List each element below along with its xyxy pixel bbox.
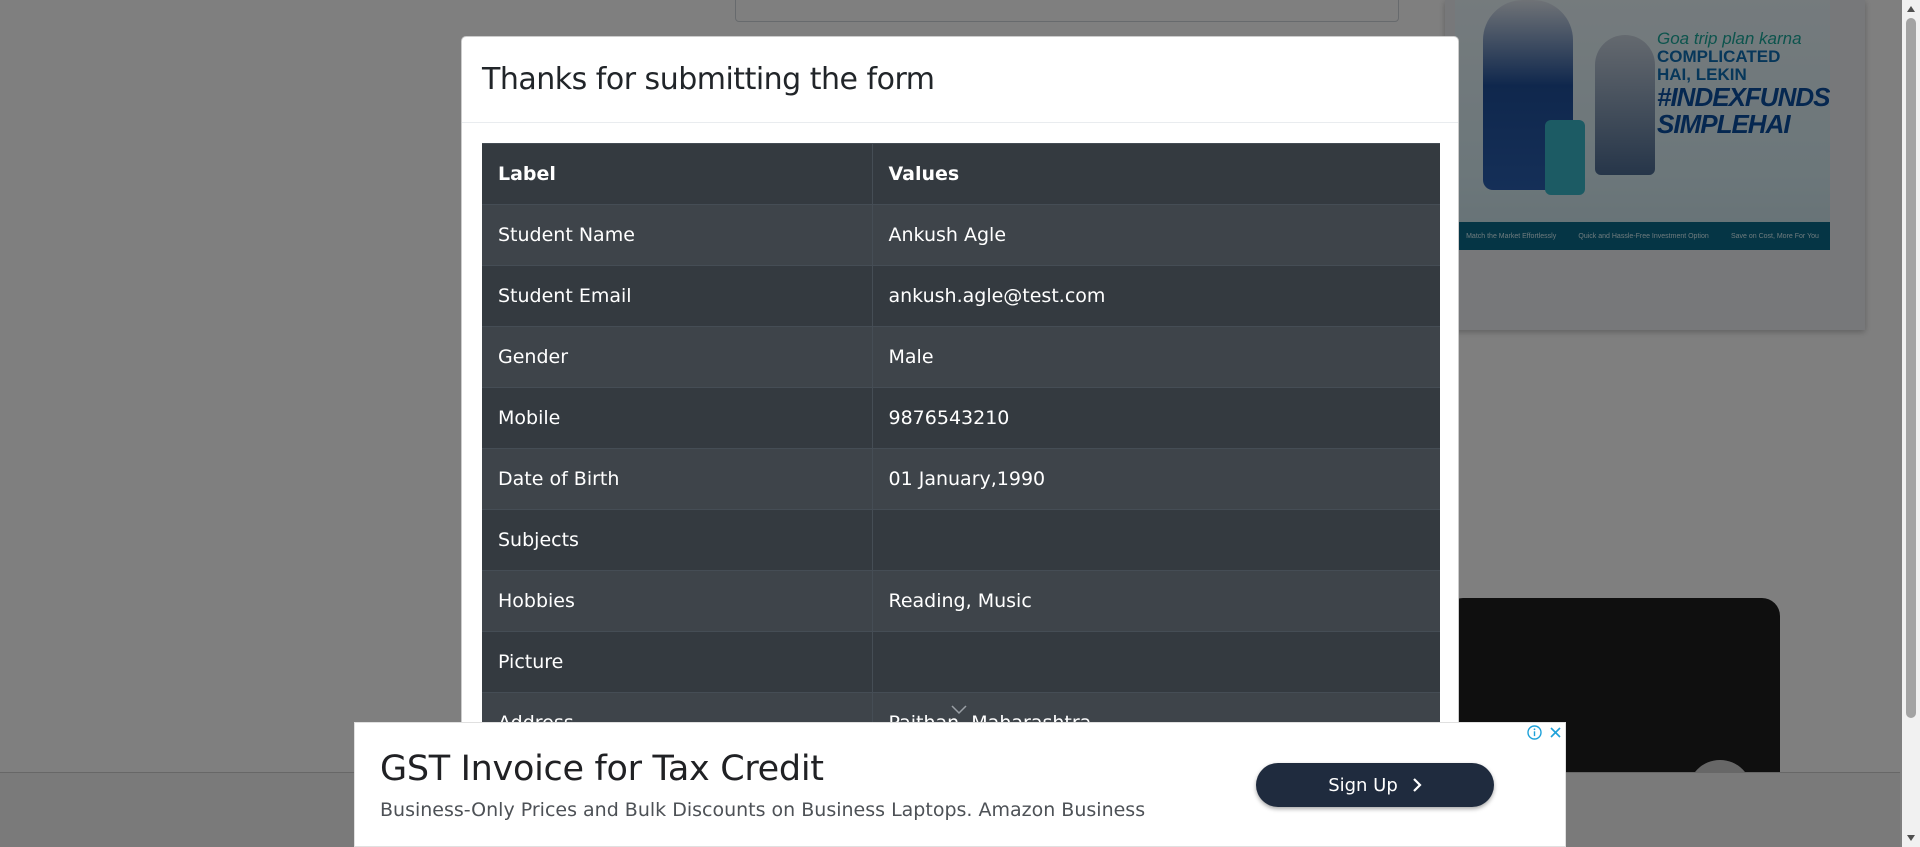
ad-info-icon[interactable] (1525, 723, 1544, 742)
ad-controls (1525, 723, 1565, 742)
table-row: Student Email ankush.agle@test.com (482, 265, 1440, 327)
ad-banner[interactable]: GST Invoice for Tax Credit Business-Only… (354, 722, 1566, 847)
ad-close-icon[interactable] (1546, 723, 1565, 742)
row-label: Gender (482, 326, 872, 388)
row-label: Student Email (482, 265, 872, 327)
ad-description: Business-Only Prices and Bulk Discounts … (380, 799, 1146, 821)
sign-up-button[interactable]: Sign Up (1256, 763, 1494, 807)
row-label: Mobile (482, 387, 872, 449)
table-header-row: Label Values (482, 143, 1440, 205)
column-header-values: Values (871, 143, 1440, 205)
row-label: Subjects (482, 509, 872, 571)
table-row: Date of Birth 01 January,1990 (482, 448, 1440, 510)
chevron-down-icon[interactable] (951, 705, 967, 715)
table-row: Hobbies Reading, Music (482, 570, 1440, 632)
row-label: Student Name (482, 204, 872, 266)
column-header-label: Label (482, 143, 872, 205)
row-value: 9876543210 (871, 387, 1440, 449)
row-value (871, 631, 1440, 693)
row-label: Date of Birth (482, 448, 872, 510)
page-scrollbar[interactable] (1902, 0, 1920, 847)
row-value: Male (871, 326, 1440, 388)
modal-header: Thanks for submitting the form (462, 37, 1458, 123)
ad-title[interactable]: GST Invoice for Tax Credit (380, 749, 824, 789)
table-row: Subjects (482, 509, 1440, 571)
table-row: Picture (482, 631, 1440, 693)
row-value: 01 January,1990 (871, 448, 1440, 510)
scroll-down-arrow-icon[interactable] (1906, 833, 1916, 843)
results-table: Label Values Student Name Ankush Agle St… (482, 143, 1440, 754)
table-row: Student Name Ankush Agle (482, 204, 1440, 266)
row-label: Picture (482, 631, 872, 693)
row-value: Reading, Music (871, 570, 1440, 632)
sign-up-label: Sign Up (1328, 774, 1398, 796)
row-value (871, 509, 1440, 571)
row-label: Hobbies (482, 570, 872, 632)
table-row: Mobile 9876543210 (482, 387, 1440, 449)
modal-title: Thanks for submitting the form (482, 62, 935, 97)
table-row: Gender Male (482, 326, 1440, 388)
modal-body: Label Values Student Name Ankush Agle St… (462, 123, 1458, 774)
scroll-up-arrow-icon[interactable] (1906, 4, 1916, 14)
scrollbar-thumb[interactable] (1906, 18, 1916, 718)
row-value: Ankush Agle (871, 204, 1440, 266)
chevron-right-icon (1413, 778, 1422, 792)
row-value: ankush.agle@test.com (871, 265, 1440, 327)
